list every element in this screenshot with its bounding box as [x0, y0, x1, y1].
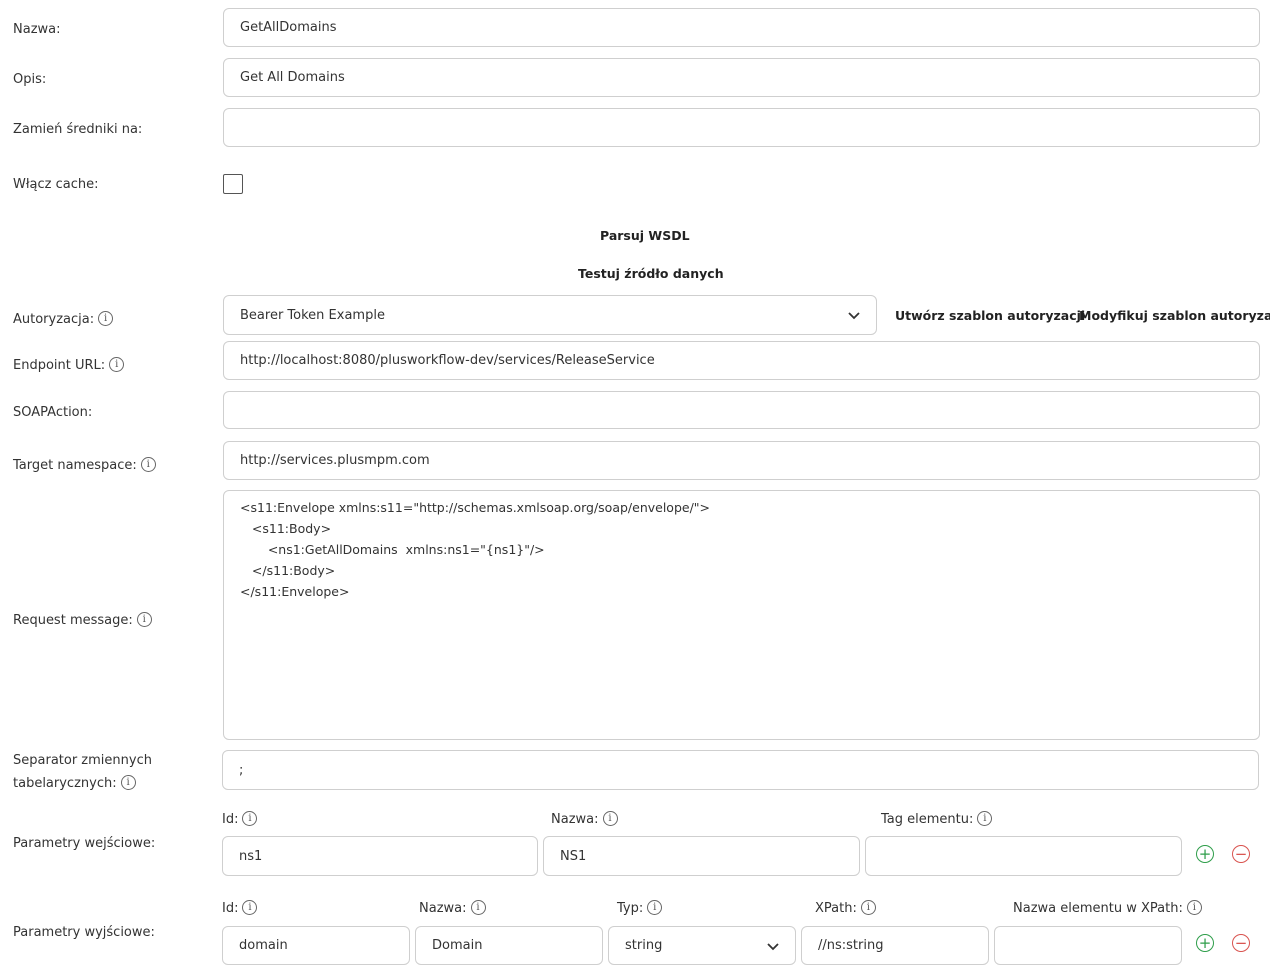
info-icon[interactable]: i [470, 900, 486, 915]
output-param-id-label-text: Id: [222, 901, 239, 916]
input-param-nazwa-label: Nazwa: i [551, 811, 618, 827]
request-message-label: Request message: i [13, 612, 152, 630]
output-param-id-input[interactable]: domain [222, 926, 410, 965]
chevron-down-icon [848, 312, 860, 320]
opis-label: Opis: [13, 72, 47, 87]
plus-circle-icon[interactable]: + [1196, 845, 1214, 863]
separator-input-value: ; [239, 762, 244, 778]
opis-input-value: Get All Domains [240, 70, 345, 85]
output-param-nazwa-label: Nazwa: i [419, 900, 486, 916]
input-param-tag-label: Tag elementu: i [881, 811, 993, 827]
endpoint-label: Endpoint URL: i [13, 357, 125, 375]
auth-select[interactable]: Bearer Token Example [223, 295, 877, 335]
info-icon[interactable]: i [136, 612, 152, 627]
cache-checkbox[interactable] [223, 174, 243, 194]
soapaction-input[interactable] [223, 391, 1260, 429]
info-icon[interactable]: i [98, 311, 114, 326]
input-params-label: Parametry wejściowe: [13, 836, 156, 851]
auth-label: Autoryzacja: i [13, 311, 114, 329]
minus-circle-icon[interactable]: − [1232, 845, 1250, 863]
info-icon[interactable]: i [602, 811, 618, 826]
create-auth-template-button[interactable]: Utwórz szablon autoryzacji [895, 308, 1085, 323]
info-icon[interactable]: i [109, 357, 125, 372]
endpoint-label-text: Endpoint URL: [13, 358, 106, 373]
output-params-label: Parametry wyjściowe: [13, 925, 155, 940]
target-namespace-input-value: http://services.plusmpm.com [240, 453, 430, 468]
plus-circle-icon[interactable]: + [1196, 934, 1214, 952]
nazwa-label: Nazwa: [13, 22, 61, 37]
output-param-xpath-name-input[interactable] [994, 926, 1182, 965]
input-param-id-input[interactable]: ns1 [222, 836, 538, 876]
separator-label-line2: tabelarycznych: i [13, 775, 136, 793]
output-param-nazwa-value: Domain [432, 938, 483, 953]
auth-select-value: Bearer Token Example [240, 307, 385, 323]
auth-label-text: Autoryzacja: [13, 312, 95, 327]
info-icon[interactable]: i [242, 900, 258, 915]
cache-label: Włącz cache: [13, 177, 99, 192]
zamien-label: Zamień średniki na: [13, 122, 143, 137]
input-param-nazwa-input[interactable]: NS1 [543, 836, 860, 876]
soapaction-label: SOAPAction: [13, 405, 93, 420]
nazwa-input[interactable]: GetAllDomains [223, 8, 1260, 47]
input-param-nazwa-label-text: Nazwa: [551, 812, 599, 827]
zamien-input[interactable] [223, 108, 1260, 147]
input-param-tag-input[interactable] [865, 836, 1182, 876]
input-param-id-label: Id: i [222, 811, 258, 827]
opis-input[interactable]: Get All Domains [223, 58, 1260, 97]
info-icon[interactable]: i [977, 811, 993, 826]
endpoint-input-value: http://localhost:8080/plusworkflow-dev/s… [240, 353, 655, 368]
output-param-typ-select[interactable]: string [608, 926, 796, 965]
info-icon[interactable]: i [120, 775, 136, 790]
output-param-xpath-value: //ns:string [818, 938, 884, 953]
output-param-nazwa-label-text: Nazwa: [419, 901, 467, 916]
output-param-xpath-label-text: XPath: [815, 901, 857, 916]
input-param-id-value: ns1 [239, 848, 263, 864]
chevron-down-icon [767, 942, 779, 950]
parse-wsdl-button[interactable]: Parsuj WSDL [600, 228, 690, 243]
output-param-id-value: domain [239, 938, 288, 953]
output-param-xpath-label: XPath: i [815, 900, 876, 916]
output-param-xpath-input[interactable]: //ns:string [801, 926, 989, 965]
modify-auth-template-button[interactable]: Modyfikuj szablon autoryzacji [1079, 308, 1270, 323]
output-param-typ-value: string [625, 938, 663, 953]
minus-circle-icon[interactable]: − [1232, 934, 1250, 952]
separator-label-text: tabelarycznych: [13, 776, 117, 791]
info-icon[interactable]: i [647, 900, 663, 915]
output-param-typ-label: Typ: i [617, 900, 663, 916]
target-namespace-input[interactable]: http://services.plusmpm.com [223, 441, 1260, 480]
info-icon[interactable]: i [140, 457, 156, 472]
info-icon[interactable]: i [860, 900, 876, 915]
target-namespace-label: Target namespace: i [13, 457, 156, 475]
separator-input[interactable]: ; [222, 750, 1259, 790]
output-param-id-label: Id: i [222, 900, 258, 916]
target-namespace-label-text: Target namespace: [13, 458, 137, 473]
input-param-nazwa-value: NS1 [560, 848, 587, 864]
endpoint-input[interactable]: http://localhost:8080/plusworkflow-dev/s… [223, 341, 1260, 380]
output-param-nazwa-input[interactable]: Domain [415, 926, 603, 965]
request-message-textarea[interactable]: <s11:Envelope xmlns:s11="http://schemas.… [223, 490, 1260, 740]
output-param-xpath-name-label: Nazwa elementu w XPath: i [1013, 900, 1202, 916]
output-param-xpath-name-label-text: Nazwa elementu w XPath: [1013, 901, 1183, 916]
output-param-typ-label-text: Typ: [617, 901, 644, 916]
input-param-id-label-text: Id: [222, 812, 239, 827]
info-icon[interactable]: i [242, 811, 258, 826]
separator-label-line1: Separator zmiennych [13, 753, 152, 768]
request-message-label-text: Request message: [13, 613, 133, 628]
test-source-button[interactable]: Testuj źródło danych [578, 266, 724, 281]
info-icon[interactable]: i [1186, 900, 1202, 915]
input-param-tag-label-text: Tag elementu: [881, 812, 974, 827]
nazwa-input-value: GetAllDomains [240, 20, 337, 35]
